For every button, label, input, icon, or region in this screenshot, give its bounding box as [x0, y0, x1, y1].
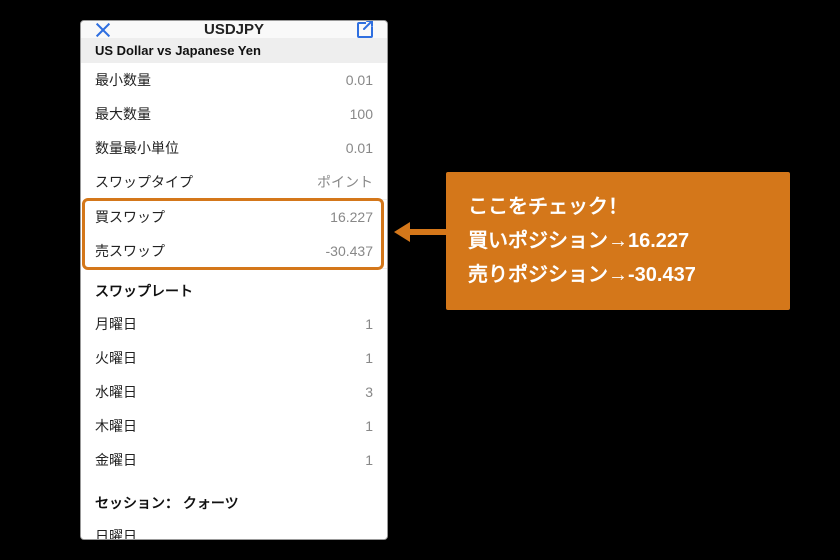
row-min-volume: 最小数量 0.01 — [81, 63, 387, 97]
row-swap-type: スワップタイプ ポイント — [81, 165, 387, 199]
callout-line3: 売りポジション→-30.437 — [468, 258, 768, 292]
row-sunday: 日曜日 — [81, 519, 387, 540]
callout-line2: 買いポジション→16.227 — [468, 224, 768, 258]
value: 16.227 — [330, 209, 373, 225]
value: 1 — [365, 418, 373, 434]
row-swap-short: 売スワップ -30.437 — [81, 234, 387, 268]
value: -30.437 — [326, 243, 373, 259]
row-thursday: 木曜日 1 — [81, 409, 387, 443]
label: 日曜日 — [95, 526, 137, 540]
label: 金曜日 — [95, 450, 137, 470]
panel-title: USDJPY — [204, 21, 264, 38]
annotation-arrow-line — [408, 229, 446, 235]
instrument-detail-panel: USDJPY US Dollar vs Japanese Yen 最小数量 0.0… — [80, 20, 388, 540]
label: 水曜日 — [95, 382, 137, 402]
open-external-icon[interactable] — [357, 22, 373, 38]
value: 0.01 — [346, 72, 373, 88]
panel-header: USDJPY — [81, 21, 387, 38]
value: 1 — [365, 452, 373, 468]
label: 火曜日 — [95, 348, 137, 368]
callout-line1: ここをチェック！ — [468, 190, 768, 224]
section-header-swap-rate: スワップレート — [81, 269, 387, 307]
value: 1 — [365, 316, 373, 332]
label: 木曜日 — [95, 416, 137, 436]
row-volume-step: 数量最小単位 0.01 — [81, 131, 387, 165]
label: 最小数量 — [95, 70, 151, 90]
value: 1 — [365, 350, 373, 366]
row-friday: 金曜日 1 — [81, 443, 387, 477]
value: 3 — [365, 384, 373, 400]
value: 100 — [350, 106, 373, 122]
annotation-arrow-head — [394, 222, 410, 242]
row-wednesday: 水曜日 3 — [81, 375, 387, 409]
row-swap-long: 買スワップ 16.227 — [81, 200, 387, 234]
row-max-volume: 最大数量 100 — [81, 97, 387, 131]
section-header-session: セッション： クォーツ — [81, 477, 387, 519]
row-monday: 月曜日 1 — [81, 307, 387, 341]
label: 数量最小単位 — [95, 138, 179, 158]
label: 売スワップ — [95, 241, 165, 261]
value: ポイント — [317, 172, 373, 192]
section-header-pair: US Dollar vs Japanese Yen — [81, 38, 387, 63]
label: 買スワップ — [95, 207, 165, 227]
close-icon[interactable] — [95, 22, 111, 38]
label: 月曜日 — [95, 314, 137, 334]
value: 0.01 — [346, 140, 373, 156]
label: 最大数量 — [95, 104, 151, 124]
annotation-callout: ここをチェック！ 買いポジション→16.227 売りポジション→-30.437 — [446, 172, 790, 310]
spec-list: 最小数量0.01 最大数量100 数量最小単位0.01 スワップタイプポイント … — [81, 63, 387, 540]
row-tuesday: 火曜日 1 — [81, 341, 387, 375]
label: スワップタイプ — [95, 172, 193, 192]
